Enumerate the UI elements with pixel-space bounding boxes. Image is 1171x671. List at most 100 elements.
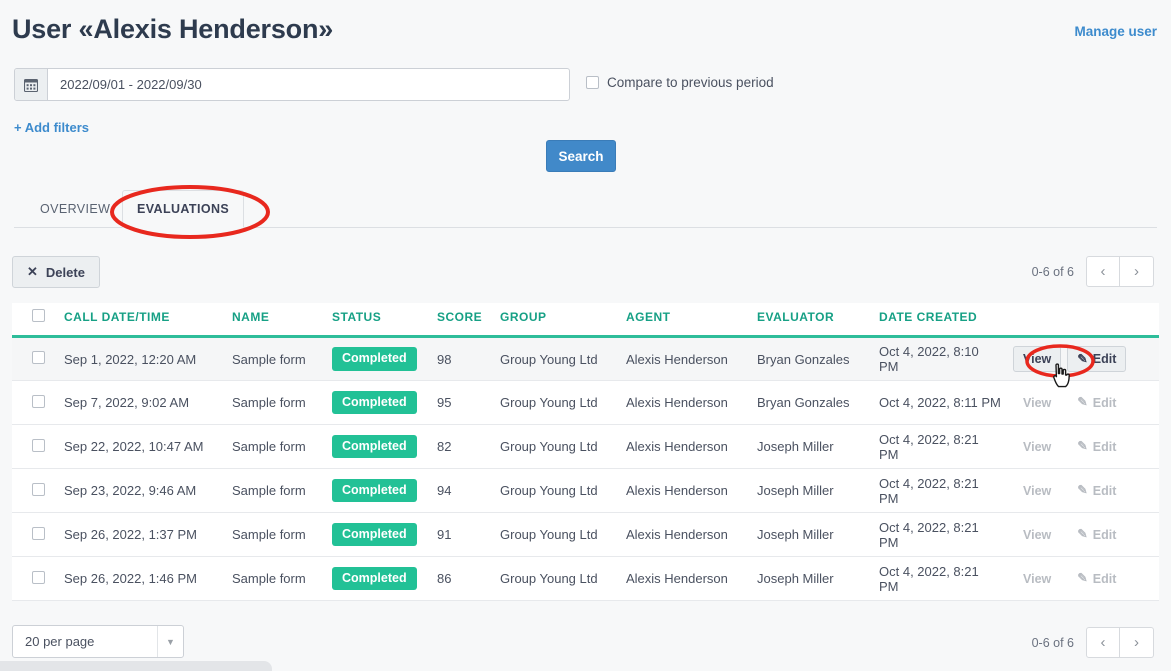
- cell-name: Sample form: [232, 424, 332, 469]
- edit-button-label: Edit: [1092, 395, 1117, 410]
- row-checkbox[interactable]: [32, 394, 45, 408]
- cell-agent: Alexis Henderson: [626, 424, 757, 469]
- cell-agent: Alexis Henderson: [626, 512, 757, 557]
- edit-button[interactable]: ✎ Edit: [1067, 390, 1126, 416]
- cell-group: Group Young Ltd: [500, 424, 626, 469]
- caret-down-icon[interactable]: ▼: [157, 626, 183, 657]
- edit-button[interactable]: ✎ Edit: [1067, 434, 1126, 460]
- edit-button-label: Edit: [1092, 571, 1117, 586]
- select-all-checkbox[interactable]: [32, 309, 45, 322]
- row-checkbox[interactable]: [32, 526, 45, 540]
- tab-overview[interactable]: OVERVIEW: [26, 190, 124, 228]
- table-row[interactable]: Sep 1, 2022, 12:20 AM Sample form Complete…: [12, 336, 1159, 381]
- column-header-date-created[interactable]: DATE CREATED: [879, 303, 1001, 338]
- chevron-left-icon[interactable]: ‹: [1086, 256, 1120, 287]
- edit-button-label: Edit: [1092, 483, 1117, 498]
- pencil-icon: ✎: [1077, 483, 1088, 498]
- row-select-cell: [12, 512, 64, 557]
- row-select-cell: [12, 424, 64, 469]
- edit-button-label: Edit: [1092, 439, 1117, 454]
- cell-group: Group Young Ltd: [500, 468, 626, 513]
- table-row[interactable]: Sep 26, 2022, 1:46 PM Sample form Complete…: [12, 556, 1159, 601]
- cell-actions: View ✎ Edit: [1001, 424, 1159, 469]
- cell-score: 91: [437, 512, 500, 557]
- cell-actions: View ✎ Edit: [1001, 380, 1159, 425]
- column-header-score[interactable]: SCORE: [437, 303, 500, 338]
- row-checkbox[interactable]: [32, 351, 45, 364]
- view-button[interactable]: View: [1013, 390, 1061, 416]
- manage-user-link[interactable]: Manage user: [1074, 24, 1157, 39]
- column-header-name[interactable]: NAME: [232, 303, 332, 338]
- pagination-count-bottom: 0-6 of 6: [1031, 635, 1074, 650]
- cell-evaluator: Joseph Miller: [757, 468, 879, 513]
- cell-call-datetime: Sep 26, 2022, 1:46 PM: [64, 556, 232, 601]
- edit-button[interactable]: ✎ Edit: [1067, 478, 1126, 504]
- row-actions: View ✎ Edit: [1001, 390, 1159, 416]
- cell-group: Group Young Ltd: [500, 512, 626, 557]
- pencil-icon: ✎: [1077, 527, 1088, 542]
- row-select-cell: [12, 336, 64, 381]
- table-body: Sep 1, 2022, 12:20 AM Sample form Complete…: [12, 336, 1159, 601]
- status-badge: Completed: [332, 434, 417, 459]
- calendar-icon[interactable]: [15, 69, 48, 100]
- cell-name: Sample form: [232, 512, 332, 557]
- cell-status: Completed: [332, 336, 437, 381]
- edit-button-label: Edit: [1092, 352, 1117, 366]
- per-page-value: 20 per page: [25, 634, 95, 649]
- row-select-cell: [12, 380, 64, 425]
- column-header-agent[interactable]: AGENT: [626, 303, 757, 338]
- pagination-buttons-bottom: ‹ ›: [1086, 627, 1154, 658]
- compare-checkbox[interactable]: [586, 76, 599, 89]
- x-icon: ✕: [27, 264, 38, 279]
- evaluations-page: User «Alexis Henderson» Manage user Comp…: [0, 0, 1171, 671]
- cell-evaluator: Joseph Miller: [757, 512, 879, 557]
- per-page-select[interactable]: 20 per page ▼: [12, 625, 184, 658]
- cell-actions: View ✎ Edit: [1001, 556, 1159, 601]
- chevron-right-icon[interactable]: ›: [1120, 627, 1154, 658]
- edit-button-label: Edit: [1092, 527, 1117, 542]
- view-button[interactable]: View: [1013, 346, 1062, 372]
- date-range-field[interactable]: [14, 68, 570, 101]
- compare-to-previous-period[interactable]: Compare to previous period: [586, 75, 774, 90]
- chevron-left-icon[interactable]: ‹: [1086, 627, 1120, 658]
- cell-name: Sample form: [232, 556, 332, 601]
- cell-call-datetime: Sep 7, 2022, 9:02 AM: [64, 380, 232, 425]
- search-button[interactable]: Search: [546, 140, 616, 172]
- delete-button[interactable]: ✕ Delete: [12, 256, 100, 288]
- row-checkbox[interactable]: [32, 482, 45, 496]
- compare-checkbox-label[interactable]: Compare to previous period: [607, 75, 774, 90]
- column-header-status[interactable]: STATUS: [332, 303, 437, 338]
- column-header-group[interactable]: GROUP: [500, 303, 626, 338]
- table-row[interactable]: Sep 26, 2022, 1:37 PM Sample form Complete…: [12, 512, 1159, 557]
- view-button[interactable]: View: [1013, 434, 1061, 460]
- view-button[interactable]: View: [1013, 566, 1061, 592]
- cell-agent: Alexis Henderson: [626, 468, 757, 513]
- tab-evaluations[interactable]: EVALUATIONS: [122, 190, 245, 228]
- table-row[interactable]: Sep 22, 2022, 10:47 AM Sample form Complet…: [12, 424, 1159, 469]
- row-select-cell: [12, 468, 64, 513]
- edit-button[interactable]: ✎ Edit: [1067, 566, 1126, 592]
- edit-button[interactable]: ✎ Edit: [1067, 522, 1126, 548]
- add-filters-link[interactable]: + Add filters: [14, 120, 89, 135]
- row-actions: View ✎ Edit: [1001, 522, 1159, 548]
- row-actions: View ✎ Edit: [1001, 434, 1159, 460]
- pagination-top: 0-6 of 6 ‹ ›: [1032, 256, 1154, 287]
- view-button[interactable]: View: [1013, 478, 1061, 504]
- cell-date-created: Oct 4, 2022, 8:11 PM: [879, 380, 1001, 425]
- table-row[interactable]: Sep 7, 2022, 9:02 AM Sample form Completed…: [12, 380, 1159, 425]
- edit-button[interactable]: ✎ Edit: [1067, 346, 1127, 372]
- view-button[interactable]: View: [1013, 522, 1061, 548]
- table-row[interactable]: Sep 23, 2022, 9:46 AM Sample form Complete…: [12, 468, 1159, 513]
- row-checkbox[interactable]: [32, 570, 45, 584]
- column-header-evaluator[interactable]: EVALUATOR: [757, 303, 879, 338]
- row-select-cell: [12, 556, 64, 601]
- pencil-icon: ✎: [1077, 439, 1088, 454]
- cell-score: 82: [437, 424, 500, 469]
- column-header-call-datetime[interactable]: CALL DATE/TIME: [64, 303, 232, 338]
- row-checkbox[interactable]: [32, 438, 45, 452]
- chevron-right-icon[interactable]: ›: [1120, 256, 1154, 287]
- cell-call-datetime: Sep 23, 2022, 9:46 AM: [64, 468, 232, 513]
- cell-name: Sample form: [232, 336, 332, 381]
- row-actions: View ✎ Edit: [1001, 346, 1159, 372]
- date-range-input[interactable]: [48, 69, 569, 100]
